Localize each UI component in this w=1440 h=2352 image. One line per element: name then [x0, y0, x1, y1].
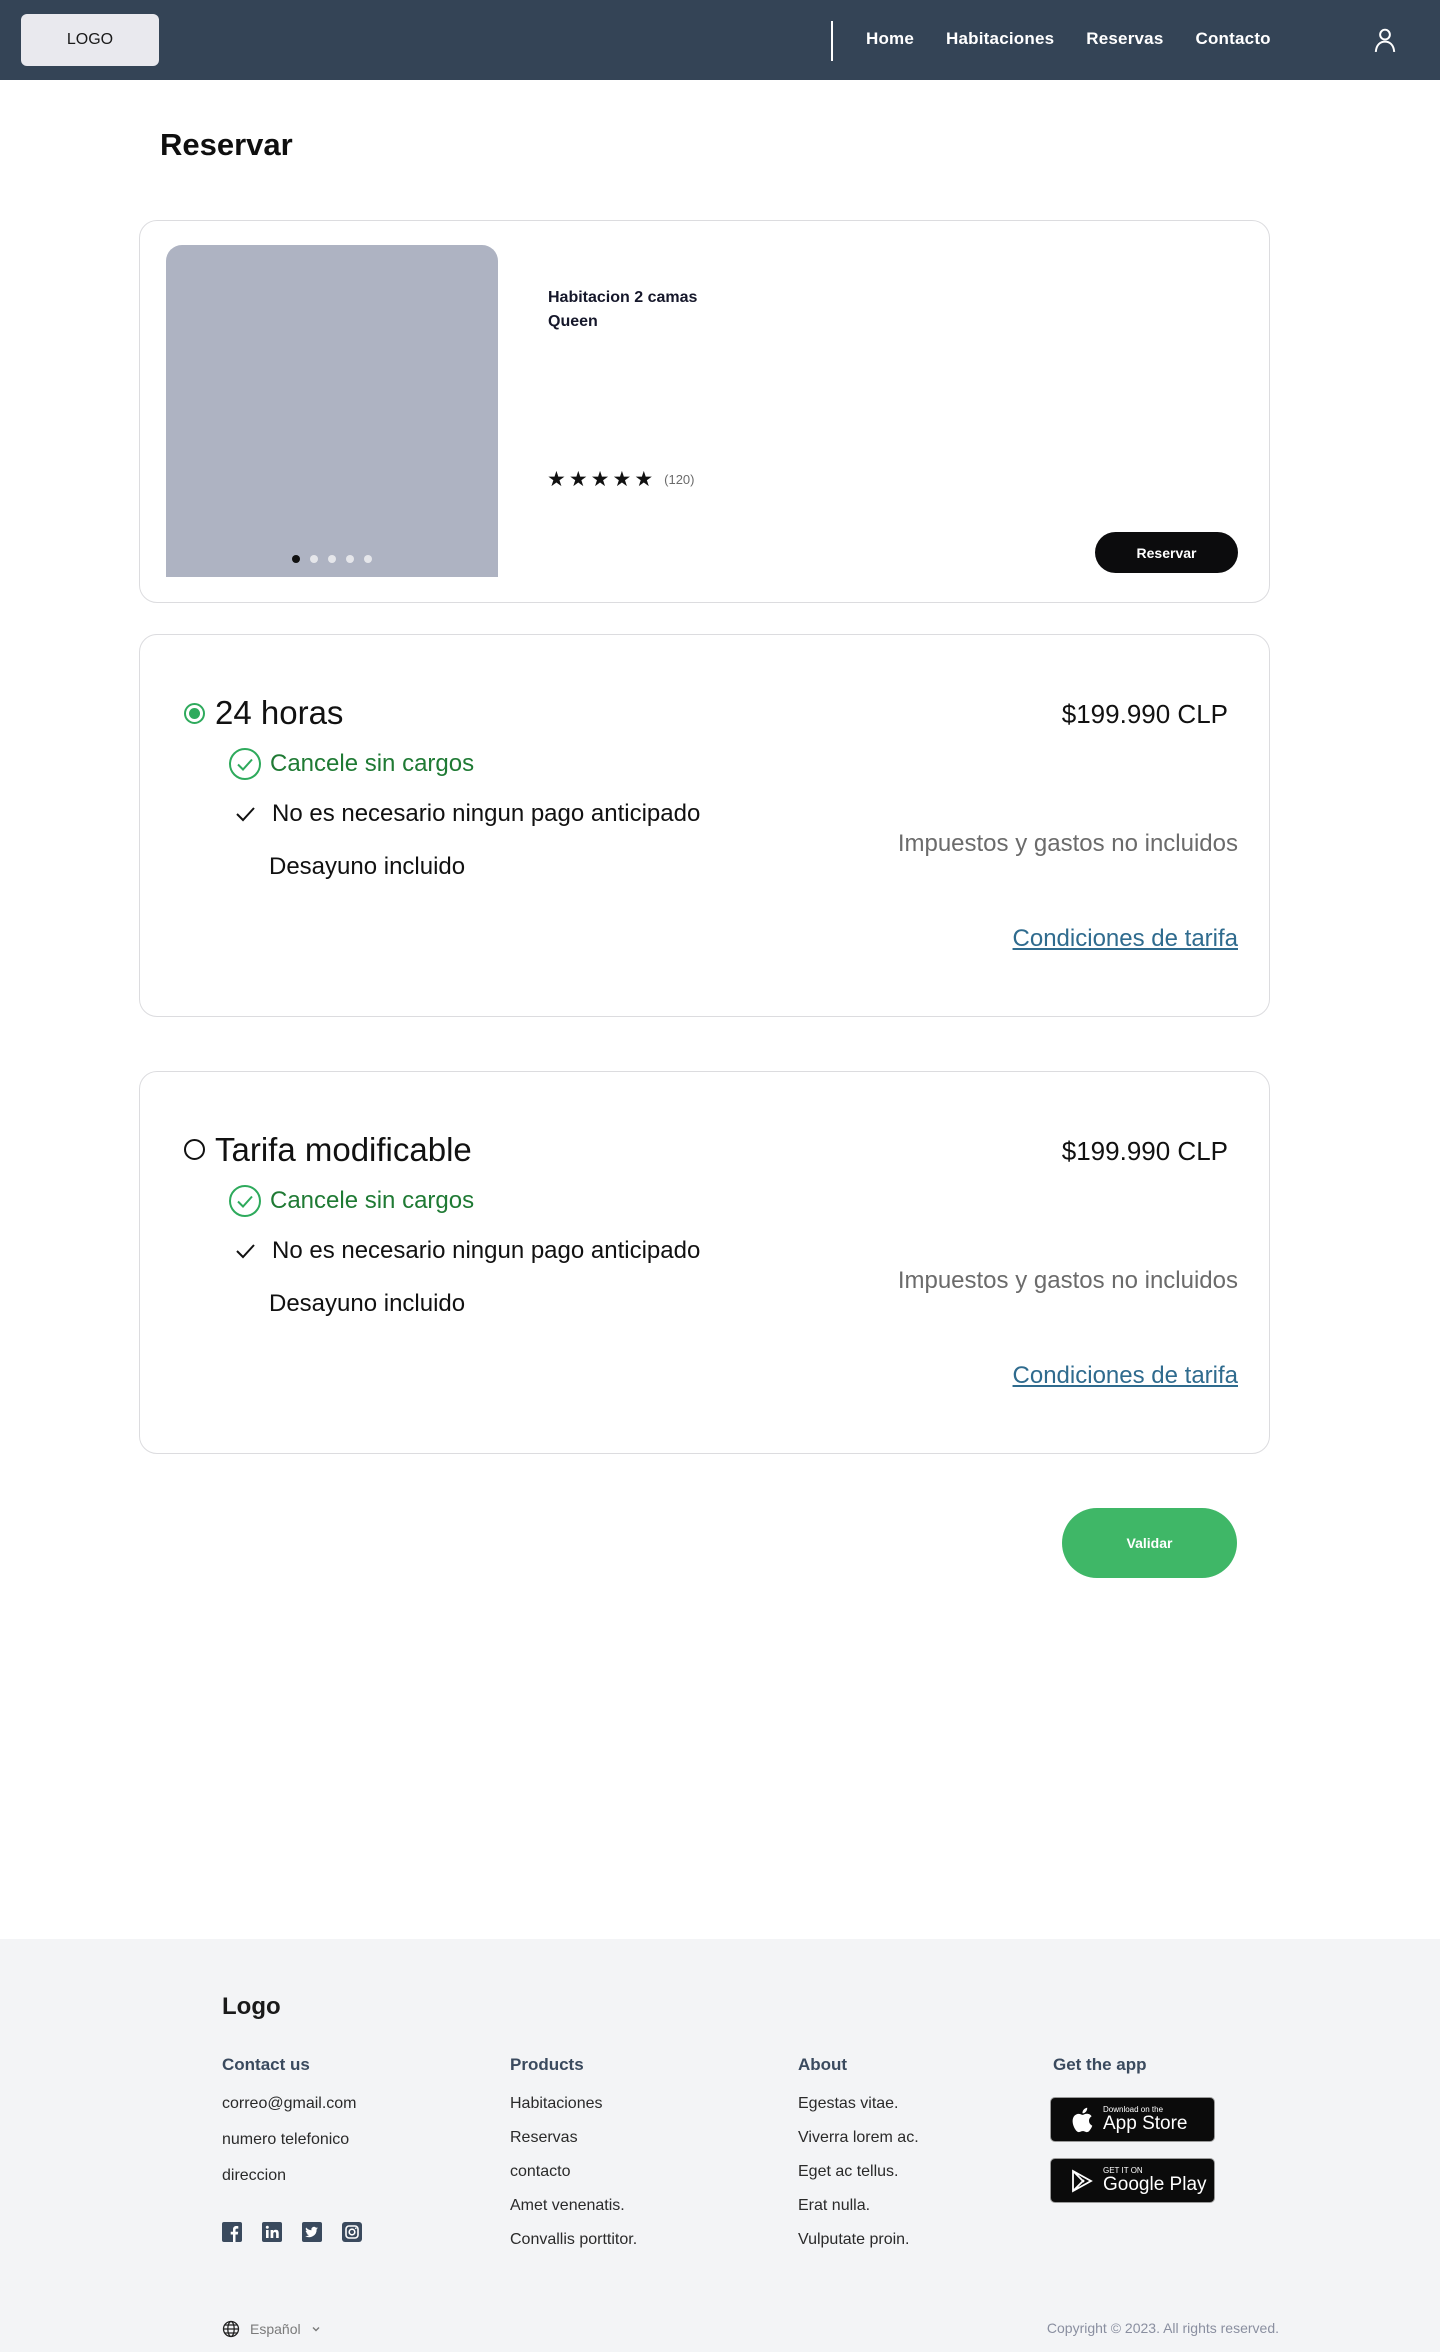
- footer-heading: Get the app: [1053, 2055, 1147, 2074]
- reviews-count: (120): [664, 472, 695, 487]
- copyright-text: Copyright © 2023. All rights reserved.: [1046, 2320, 1279, 2336]
- footer-about-column: About Egestas vitae. Viverra lorem ac. E…: [798, 2055, 919, 2265]
- nav-links: Home Habitaciones Reservas Contacto: [866, 29, 1271, 49]
- prepay-row: No es necesario ningun pago anticipado: [234, 800, 700, 828]
- logo-button[interactable]: LOGO: [21, 14, 159, 66]
- instagram-icon[interactable]: [342, 2222, 362, 2242]
- carousel-dots: [292, 555, 372, 563]
- globe-icon: [222, 2320, 240, 2338]
- user-icon[interactable]: [1372, 27, 1398, 53]
- room-image-carousel[interactable]: [166, 245, 498, 577]
- rate-title: 24 horas: [215, 694, 344, 731]
- footer-link[interactable]: Egestas vitae.: [798, 2095, 919, 2113]
- carousel-dot[interactable]: [310, 555, 318, 563]
- footer-heading: Products: [510, 2055, 584, 2074]
- nav-link-home[interactable]: Home: [866, 29, 914, 49]
- google-play-big-text: Google Play: [1103, 2174, 1207, 2195]
- footer-link[interactable]: contacto: [510, 2163, 637, 2181]
- footer-contact-column: Contact us correo@gmail.com numero telef…: [222, 2055, 357, 2203]
- star-icon: ★: [612, 468, 632, 491]
- star-icon: ★: [634, 468, 654, 491]
- carousel-dot[interactable]: [328, 555, 336, 563]
- footer-logo: Logo: [222, 1993, 281, 2020]
- footer-heading: Contact us: [222, 2055, 310, 2074]
- carousel-dot[interactable]: [346, 555, 354, 563]
- check-circle-icon: [229, 1185, 261, 1217]
- cancel-text: Cancele sin cargos: [270, 750, 475, 777]
- breakfast-text: Desayuno incluido: [269, 853, 466, 880]
- google-play-button[interactable]: GET IT ON Google Play: [1050, 2158, 1215, 2203]
- social-links: [222, 2222, 362, 2242]
- rating-stars: ★ ★ ★ ★ ★ (120): [547, 469, 695, 490]
- carousel-dot[interactable]: [292, 555, 300, 563]
- breakfast-text: Desayuno incluido: [269, 1290, 466, 1317]
- facebook-icon[interactable]: [222, 2222, 242, 2242]
- top-navbar: LOGO Home Habitaciones Reservas Contacto: [0, 0, 1440, 80]
- reserve-button[interactable]: Reservar: [1095, 532, 1238, 573]
- star-icon: ★: [568, 468, 588, 491]
- footer-products-column: Products Habitaciones Reservas contacto …: [510, 2055, 637, 2265]
- rate-radio[interactable]: [184, 1139, 205, 1160]
- footer-link[interactable]: Erat nulla.: [798, 2197, 919, 2215]
- rate-title: Tarifa modificable: [215, 1131, 472, 1168]
- taxes-note: Impuestos y gastos no incluidos: [897, 1267, 1238, 1294]
- footer-link[interactable]: Viverra lorem ac.: [798, 2129, 919, 2147]
- prepay-text: No es necesario ningun pago anticipado: [272, 1237, 701, 1264]
- footer: Logo Contact us correo@gmail.com numero …: [0, 1939, 1440, 2352]
- page-title: Reservar: [160, 127, 293, 162]
- footer-link[interactable]: Habitaciones: [510, 2095, 637, 2113]
- nav-link-habitaciones[interactable]: Habitaciones: [946, 29, 1054, 49]
- star-icon: ★: [590, 468, 610, 491]
- apple-icon: [1072, 2107, 1093, 2132]
- footer-heading: About: [798, 2055, 848, 2074]
- check-icon: [236, 1244, 255, 1259]
- star-icon: ★: [547, 468, 566, 491]
- room-name: Habitacion 2 camas Queen: [548, 289, 698, 330]
- app-store-text: Download on the App Store: [1103, 2105, 1188, 2134]
- chevron-down-icon: [312, 2327, 320, 2332]
- cancel-row: Cancele sin cargos: [228, 1184, 474, 1218]
- validate-button[interactable]: Validar: [1062, 1508, 1237, 1578]
- footer-email[interactable]: correo@gmail.com: [222, 2095, 357, 2113]
- app-store-button[interactable]: Download on the App Store: [1050, 2097, 1215, 2142]
- check-circle-icon: [229, 748, 261, 780]
- rate-radio-selected[interactable]: [184, 703, 205, 724]
- carousel-dot[interactable]: [364, 555, 372, 563]
- footer-link[interactable]: Amet venenatis.: [510, 2197, 637, 2215]
- prepay-row: No es necesario ningun pago anticipado: [234, 1237, 700, 1265]
- footer-link[interactable]: Vulputate proin.: [798, 2231, 919, 2249]
- footer-address: direccion: [222, 2167, 287, 2184]
- taxes-note: Impuestos y gastos no incluidos: [897, 830, 1238, 857]
- footer-link[interactable]: Reservas: [510, 2129, 637, 2147]
- footer-app-column: Get the app: [1053, 2055, 1147, 2095]
- rate-card-24-horas[interactable]: 24 horas $199.990 CLP Cancele sin cargos…: [139, 634, 1270, 1017]
- google-play-icon: [1072, 2168, 1093, 2193]
- nav-link-contacto[interactable]: Contacto: [1196, 29, 1271, 49]
- nav-link-reservas[interactable]: Reservas: [1086, 29, 1163, 49]
- rate-conditions-link[interactable]: Condiciones de tarifa: [1013, 1362, 1238, 1390]
- twitter-icon[interactable]: [302, 2222, 322, 2242]
- cancel-row: Cancele sin cargos: [228, 747, 474, 781]
- cancel-text: Cancele sin cargos: [270, 1187, 475, 1214]
- google-play-text: GET IT ON Google Play: [1103, 2166, 1207, 2195]
- language-label: Español: [250, 2321, 301, 2337]
- check-icon: [236, 807, 255, 822]
- room-card: Habitacion 2 camas Queen ★ ★ ★ ★ ★ (120)…: [139, 220, 1270, 603]
- rate-conditions-link[interactable]: Condiciones de tarifa: [1013, 925, 1238, 953]
- language-selector[interactable]: Español: [222, 2320, 321, 2338]
- rate-price: $199.990 CLP: [1061, 699, 1228, 729]
- rate-price: $199.990 CLP: [1061, 1136, 1228, 1166]
- footer-link[interactable]: Eget ac tellus.: [798, 2163, 919, 2181]
- footer-link[interactable]: Convallis porttitor.: [510, 2231, 637, 2249]
- nav-divider: [831, 21, 833, 61]
- rate-card-tarifa-modificable[interactable]: Tarifa modificable $199.990 CLP Cancele …: [139, 1071, 1270, 1454]
- prepay-text: No es necesario ningun pago anticipado: [272, 800, 701, 827]
- app-store-big-text: App Store: [1103, 2113, 1188, 2134]
- linkedin-icon[interactable]: [262, 2222, 282, 2242]
- footer-phone[interactable]: numero telefonico: [222, 2131, 357, 2149]
